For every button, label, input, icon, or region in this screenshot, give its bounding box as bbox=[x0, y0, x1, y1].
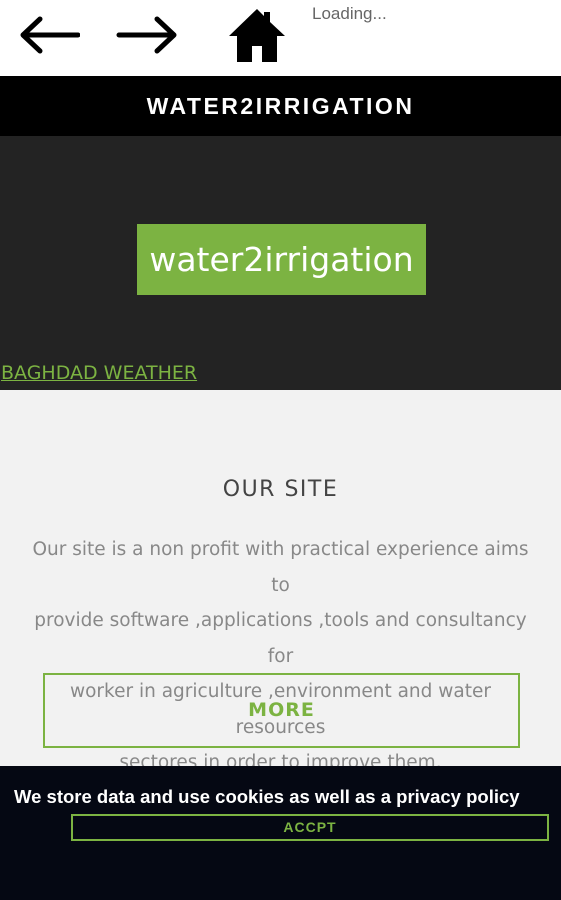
hero-section: water2irrigation BAGHDAD WEATHER bbox=[0, 136, 561, 390]
about-section: OUR SITE Our site is a non profit with p… bbox=[0, 390, 561, 773]
brand-button[interactable]: water2irrigation bbox=[137, 224, 426, 295]
loading-status: Loading... bbox=[312, 4, 387, 23]
forward-button[interactable] bbox=[116, 16, 180, 59]
description-line: provide software ,applications ,tools an… bbox=[34, 610, 527, 667]
browser-toolbar: Loading... bbox=[0, 0, 561, 76]
accept-cookies-button[interactable]: ACCPT bbox=[71, 814, 549, 841]
more-button[interactable]: MORE bbox=[43, 673, 520, 748]
section-heading: OUR SITE bbox=[222, 477, 339, 502]
description-line: Our site is a non profit with practical … bbox=[32, 539, 529, 596]
cookie-banner: We store data and use cookies as well as… bbox=[0, 766, 561, 900]
cookie-message: We store data and use cookies as well as… bbox=[14, 786, 520, 807]
home-icon bbox=[229, 9, 285, 62]
back-button[interactable] bbox=[18, 16, 81, 59]
arrow-right-icon bbox=[116, 16, 177, 54]
home-button[interactable] bbox=[226, 6, 288, 69]
site-title-bar: WATER2IRRIGATION bbox=[0, 76, 561, 136]
weather-link[interactable]: BAGHDAD WEATHER bbox=[1, 362, 197, 384]
arrow-left-icon bbox=[20, 16, 81, 54]
site-title: WATER2IRRIGATION bbox=[146, 93, 415, 119]
